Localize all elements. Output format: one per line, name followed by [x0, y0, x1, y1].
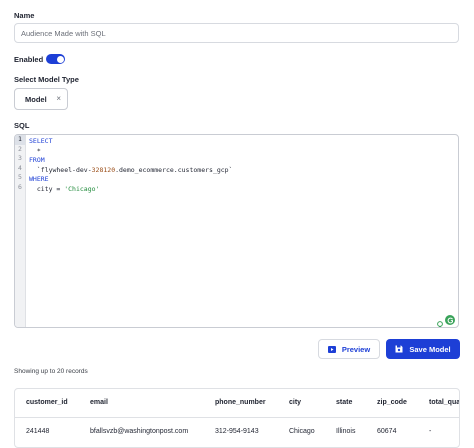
column-header: state — [336, 399, 353, 406]
table-cell: 241448 — [26, 428, 50, 435]
code-line: FROM — [29, 156, 454, 166]
table-cell: bfallsvzb@washingtonpost.com — [90, 428, 189, 435]
table-cell: - — [429, 428, 432, 435]
line-number: 1 — [15, 135, 25, 145]
toggle-knob — [56, 55, 64, 63]
code-text: `flywheel-dev- — [29, 165, 92, 174]
column-header: total_qua — [429, 399, 460, 406]
line-number-gutter: 1 2 3 4 5 6 — [15, 135, 26, 327]
table-cell: Chicago — [289, 428, 315, 435]
sql-keyword: FROM — [29, 156, 45, 164]
code-text: .demo_ecommerce.customers_gcp` — [115, 165, 233, 174]
code-line: * — [29, 147, 454, 157]
table-cell: 60674 — [377, 428, 397, 435]
preview-label: Preview — [341, 344, 371, 354]
code-area[interactable]: SELECT * FROM `flywheel-dev-328120.demo_… — [29, 137, 454, 194]
table-row[interactable]: 241448 bfallsvzb@washingtonpost.com 312-… — [15, 417, 459, 445]
model-chip-label: Model — [25, 94, 47, 104]
table-cell: 312-954-9143 — [215, 428, 259, 435]
code-line: city = 'Chicago' — [29, 185, 454, 195]
preview-button[interactable]: Preview — [318, 339, 380, 359]
name-label: Name — [14, 11, 35, 20]
column-header: phone_number — [215, 399, 266, 406]
code-line: WHERE — [29, 175, 454, 185]
code-text: * — [29, 146, 41, 155]
save-model-button[interactable]: Save Model — [386, 339, 460, 359]
results-table[interactable]: customer_id email phone_number city stat… — [14, 388, 460, 448]
sql-keyword: WHERE — [29, 175, 49, 183]
remove-chip-icon[interactable]: × — [56, 94, 61, 104]
grammarly-icon[interactable] — [445, 315, 455, 325]
table-header: customer_id email phone_number city stat… — [15, 389, 460, 417]
records-note: Showing up to 20 records — [14, 368, 88, 375]
save-icon — [395, 345, 403, 353]
code-string: 'Chicago' — [64, 184, 100, 193]
column-header: customer_id — [26, 399, 68, 406]
line-number: 4 — [18, 163, 22, 172]
column-header: zip_code — [377, 399, 407, 406]
column-header: city — [289, 399, 302, 406]
lightbulb-icon[interactable] — [436, 316, 444, 327]
table-cell: Illinois — [336, 428, 356, 435]
name-input[interactable] — [14, 23, 459, 43]
model-type-label: Select Model Type — [14, 75, 79, 84]
sql-editor[interactable]: 1 2 3 4 5 6 SELECT * FROM `flywheel-dev-… — [14, 134, 459, 328]
line-number: 2 — [18, 144, 22, 153]
enabled-label: Enabled — [14, 55, 44, 64]
line-number: 3 — [18, 154, 22, 162]
save-model-label: Save Model — [409, 344, 451, 354]
code-number: 328120 — [91, 165, 116, 174]
code-line: SELECT — [29, 137, 454, 147]
code-line: `flywheel-dev-328120.demo_ecommerce.cust… — [29, 166, 454, 176]
line-number: 5 — [18, 173, 22, 181]
sql-label: SQL — [14, 121, 30, 130]
line-number: 6 — [18, 182, 22, 191]
enabled-toggle[interactable] — [46, 54, 65, 64]
model-type-chip[interactable]: Model × — [14, 88, 68, 110]
sql-keyword: SELECT — [29, 137, 53, 145]
code-text: city = — [29, 184, 65, 193]
column-header: email — [90, 399, 108, 406]
play-icon — [327, 345, 336, 353]
